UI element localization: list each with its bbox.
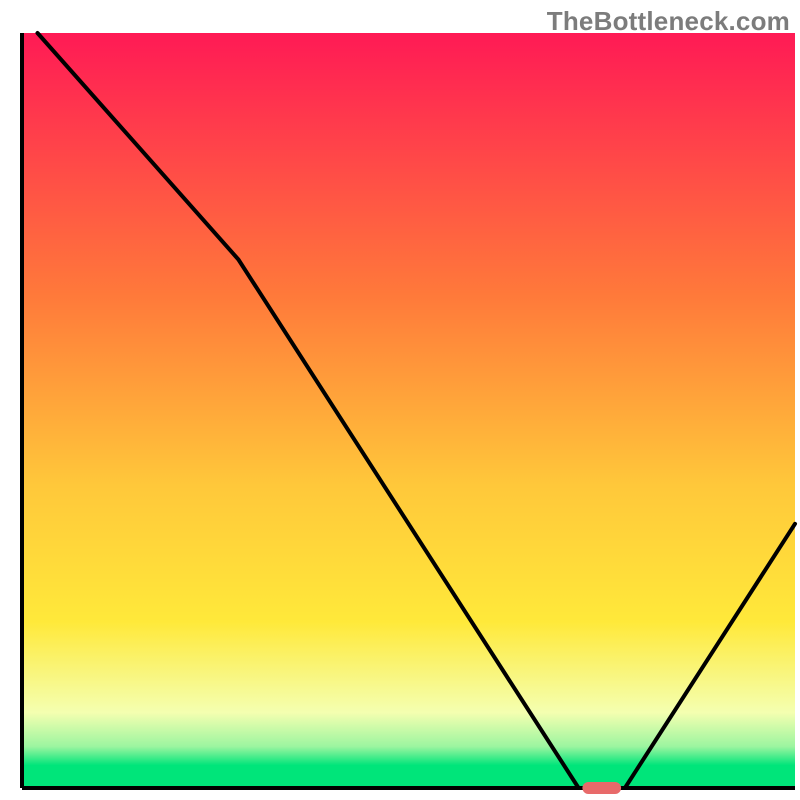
chart-container: TheBottleneck.com [0,0,800,800]
watermark-label: TheBottleneck.com [547,6,790,37]
optimal-marker [582,782,621,794]
bottleneck-chart [0,0,800,800]
